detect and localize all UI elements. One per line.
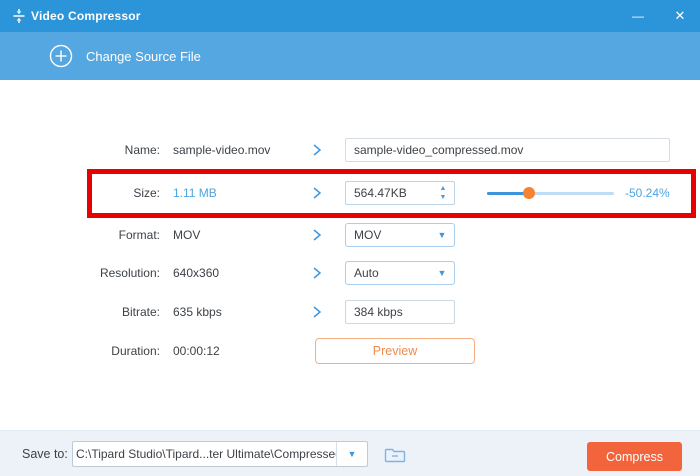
chevron-right-icon xyxy=(312,305,322,319)
minimize-button[interactable]: — xyxy=(618,0,658,32)
bitrate-row: Bitrate: 635 kbps xyxy=(0,298,700,326)
spin-down-icon[interactable]: ▼ xyxy=(440,193,447,202)
folder-icon xyxy=(382,445,408,464)
compress-icon xyxy=(11,8,27,29)
chevron-down-icon: ▼ xyxy=(430,268,454,278)
save-to-label: Save to: xyxy=(22,431,68,476)
size-label: Size: xyxy=(0,179,160,207)
output-name-input[interactable] xyxy=(345,138,670,162)
chevron-right-icon xyxy=(312,266,322,280)
spin-up-icon[interactable]: ▲ xyxy=(440,184,447,193)
compress-button[interactable]: Compress xyxy=(587,442,682,471)
resolution-row: Resolution: 640x360 Auto ▼ xyxy=(0,259,700,287)
size-row: Size: 1.11 MB ▲ ▼ -50.24% xyxy=(0,179,700,207)
open-folder-button[interactable] xyxy=(382,442,408,466)
duration-label: Duration: xyxy=(0,337,160,365)
bitrate-current-value: 635 kbps xyxy=(173,298,222,326)
spinner-buttons: ▲ ▼ xyxy=(432,182,454,204)
duration-current-value: 00:00:12 xyxy=(173,337,220,365)
window-title: Video Compressor xyxy=(31,0,141,32)
slider-thumb[interactable] xyxy=(523,187,535,199)
change-source-file-label: Change Source File xyxy=(86,49,201,64)
size-slider[interactable] xyxy=(487,179,614,207)
plus-circle-icon xyxy=(49,44,73,68)
resolution-selected-value: Auto xyxy=(346,266,430,280)
name-current-value: sample-video.mov xyxy=(173,136,270,164)
chevron-right-icon xyxy=(312,143,322,157)
target-size-spinner: ▲ ▼ xyxy=(345,181,455,205)
format-row: Format: MOV MOV ▼ xyxy=(0,221,700,249)
chevron-down-icon[interactable]: ▼ xyxy=(336,442,367,466)
chevron-right-icon xyxy=(312,186,322,200)
resolution-dropdown[interactable]: Auto ▼ xyxy=(345,261,455,285)
name-row: Name: sample-video.mov xyxy=(0,136,700,164)
save-path-value: C:\Tipard Studio\Tipard...ter Ultimate\C… xyxy=(73,442,336,466)
target-bitrate-input[interactable] xyxy=(345,300,455,324)
format-label: Format: xyxy=(0,221,160,249)
format-selected-value: MOV xyxy=(346,228,430,242)
resolution-current-value: 640x360 xyxy=(173,259,219,287)
size-reduction-percent: -50.24% xyxy=(625,179,670,207)
chevron-right-icon xyxy=(312,228,322,242)
target-size-input[interactable] xyxy=(346,182,432,204)
change-source-file-button[interactable]: Change Source File xyxy=(49,32,201,80)
chevron-down-icon: ▼ xyxy=(430,230,454,240)
format-current-value: MOV xyxy=(173,221,200,249)
footer-bar: Save to: C:\Tipard Studio\Tipard...ter U… xyxy=(0,430,700,476)
form-area: Name: sample-video.mov Size: 1.11 MB ▲ ▼ xyxy=(0,80,700,430)
sub-header: Change Source File xyxy=(0,32,700,80)
close-button[interactable]: ✕ xyxy=(660,0,700,32)
resolution-label: Resolution: xyxy=(0,259,160,287)
size-current-value: 1.11 MB xyxy=(173,179,217,207)
bitrate-label: Bitrate: xyxy=(0,298,160,326)
name-label: Name: xyxy=(0,136,160,164)
duration-row: Duration: 00:00:12 Preview xyxy=(0,337,700,365)
title-bar: Video Compressor — ✕ xyxy=(0,0,700,32)
preview-button[interactable]: Preview xyxy=(315,338,475,364)
format-dropdown[interactable]: MOV ▼ xyxy=(345,223,455,247)
save-path-combobox[interactable]: C:\Tipard Studio\Tipard...ter Ultimate\C… xyxy=(72,441,368,467)
video-compressor-window: Video Compressor — ✕ Change Source File … xyxy=(0,0,700,476)
